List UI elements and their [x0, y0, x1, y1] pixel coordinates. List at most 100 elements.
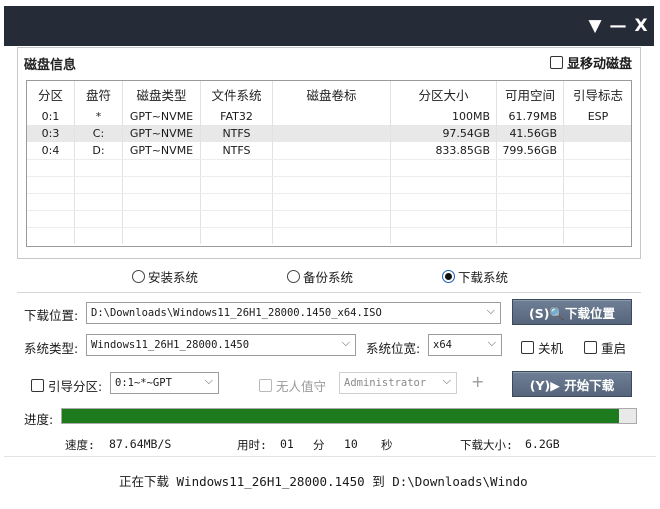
arch-select[interactable]: x64 ⌵ — [428, 334, 502, 356]
column-header[interactable]: 分区大小 — [391, 81, 497, 108]
arch-value: x64 — [433, 339, 452, 351]
unattended-checkbox[interactable] — [259, 379, 272, 392]
user-select[interactable]: Administrator ⌵ — [339, 372, 457, 394]
cell-file-system: NTFS — [201, 125, 273, 142]
show-mobile-disk-toggle[interactable]: 显移动磁盘 — [549, 53, 632, 72]
disk-info-title: 磁盘信息 — [24, 58, 77, 73]
radio-button[interactable] — [287, 270, 300, 283]
user-value: Administrator — [344, 377, 427, 389]
chevron-down-icon: ⌵ — [487, 336, 496, 349]
shutdown-option[interactable]: 关机 — [521, 338, 563, 357]
radio-download-system[interactable]: 下载系统 — [442, 267, 508, 286]
radio-button[interactable] — [132, 270, 145, 283]
cell-volume-label — [273, 142, 391, 159]
chevron-down-icon: ⌵ — [442, 374, 451, 387]
column-header[interactable]: 磁盘卷标 — [273, 81, 391, 108]
progress-fill — [62, 409, 619, 423]
cell-disk-type: GPT~NVME — [123, 108, 201, 125]
table-row[interactable]: 0:4 D: GPT~NVME NTFS 833.85GB 799.56GB — [27, 142, 631, 159]
start-download-button[interactable]: (Y)▶ 开始下载 — [512, 371, 632, 397]
status-bar: 正在下载 Windows11_26H1_28000.1450 到 D:\Down… — [4, 456, 656, 503]
cell-size: 100MB — [391, 108, 497, 125]
cell-disk-type: GPT~NVME — [123, 142, 201, 159]
restart-option[interactable]: 重启 — [584, 338, 626, 357]
minimize-button[interactable]: — — [607, 12, 629, 40]
progress-label: 进度: — [24, 412, 54, 427]
column-header[interactable]: 分区 — [27, 81, 75, 108]
cell-free: 61.79MB — [497, 108, 564, 125]
elapsed-label: 用时: — [237, 438, 267, 452]
restart-label: 重启 — [601, 341, 627, 356]
radio-label: 安装系统 — [148, 270, 199, 285]
cell-size: 833.85GB — [391, 142, 497, 159]
column-header[interactable]: 文件系统 — [201, 81, 273, 108]
chevron-down-icon: ⌵ — [204, 374, 213, 387]
show-mobile-checkbox[interactable] — [549, 56, 563, 69]
empty-row — [27, 176, 631, 193]
cell-boot-flag: ESP — [564, 108, 631, 125]
speed-label: 速度: — [65, 438, 95, 452]
add-user-icon[interactable]: + — [471, 372, 484, 391]
minutes-unit: 分 — [313, 438, 325, 452]
mode-selector: 安装系统 备份系统 下载系统 — [0, 267, 660, 287]
system-type-select[interactable]: Windows11_26H1_28000.1450 ⌵ — [86, 334, 356, 356]
restart-checkbox[interactable] — [584, 341, 597, 354]
cell-boot-flag — [564, 142, 631, 159]
empty-row — [27, 193, 631, 210]
show-mobile-label: 显移动磁盘 — [566, 57, 632, 72]
empty-row — [27, 159, 631, 176]
radio-install-system[interactable]: 安装系统 — [132, 267, 198, 286]
cell-partition: 0:4 — [27, 142, 75, 159]
boot-partition-select[interactable]: 0:1~*~GPT ⌵ — [110, 372, 219, 394]
download-size-value: 6.2GB — [525, 437, 560, 451]
radio-button-selected[interactable] — [442, 270, 455, 283]
cell-drive: * — [75, 108, 123, 125]
table-row[interactable]: 0:3 C: GPT~NVME NTFS 97.54GB 41.56GB — [27, 125, 631, 142]
disk-info-group: 磁盘信息 显移动磁盘 分区 盘符 磁盘类型 文件系统 磁盘卷标 分区大小 可用空… — [17, 47, 641, 259]
cell-volume-label — [273, 108, 391, 125]
column-header[interactable]: 引导标志 — [564, 81, 631, 108]
cell-volume-label — [273, 125, 391, 142]
download-location-button[interactable]: (S)🔍下载位置 — [512, 299, 632, 325]
download-location-select[interactable]: D:\Downloads\Windows11_26H1_28000.1450_x… — [86, 302, 501, 324]
unattended-label: 无人值守 — [276, 379, 327, 394]
cell-disk-type: GPT~NVME — [123, 125, 201, 142]
elapsed-minutes: 01 — [280, 437, 294, 451]
close-button[interactable]: X — [630, 12, 652, 40]
divider — [17, 292, 641, 293]
cell-partition: 0:1 — [27, 108, 75, 125]
radio-label: 备份系统 — [303, 270, 354, 285]
boot-partition-checkbox[interactable] — [31, 379, 44, 392]
menu-dropdown-icon[interactable]: ▼ — [584, 12, 606, 40]
boot-partition-option[interactable]: 引导分区: — [31, 376, 102, 395]
empty-row — [27, 210, 631, 227]
arch-label: 系统位宽: — [366, 341, 421, 356]
cell-partition: 0:3 — [27, 125, 75, 142]
cell-size: 97.54GB — [391, 125, 497, 142]
column-header[interactable]: 磁盘类型 — [123, 81, 201, 108]
column-header[interactable]: 可用空间 — [497, 81, 564, 108]
speed-value: 87.64MB/S — [109, 437, 172, 451]
cell-file-system: FAT32 — [201, 108, 273, 125]
elapsed-seconds: 10 — [344, 437, 358, 451]
cell-boot-flag — [564, 125, 631, 142]
boot-partition-value: 0:1~*~GPT — [115, 377, 172, 389]
unattended-option[interactable]: 无人值守 — [259, 376, 326, 395]
table-row[interactable]: 0:1 * GPT~NVME FAT32 100MB 61.79MB ESP — [27, 108, 631, 125]
seconds-unit: 秒 — [381, 438, 393, 452]
boot-partition-label: 引导分区: — [48, 379, 103, 394]
download-location-value: D:\Downloads\Windows11_26H1_28000.1450_x… — [91, 307, 382, 319]
radio-backup-system[interactable]: 备份系统 — [287, 267, 353, 286]
column-header[interactable]: 盘符 — [75, 81, 123, 108]
title-bar: ▼ — X — [4, 6, 654, 46]
download-location-label: 下载位置: — [24, 308, 79, 323]
cell-drive: C: — [75, 125, 123, 142]
partition-table[interactable]: 分区 盘符 磁盘类型 文件系统 磁盘卷标 分区大小 可用空间 引导标志 0:1 … — [26, 80, 632, 247]
system-type-label: 系统类型: — [24, 341, 79, 356]
shutdown-label: 关机 — [538, 341, 564, 356]
download-size-label: 下载大小: — [460, 438, 513, 452]
shutdown-checkbox[interactable] — [521, 341, 534, 354]
progress-bar — [61, 408, 637, 424]
chevron-down-icon: ⌵ — [486, 304, 495, 317]
cell-drive: D: — [75, 142, 123, 159]
